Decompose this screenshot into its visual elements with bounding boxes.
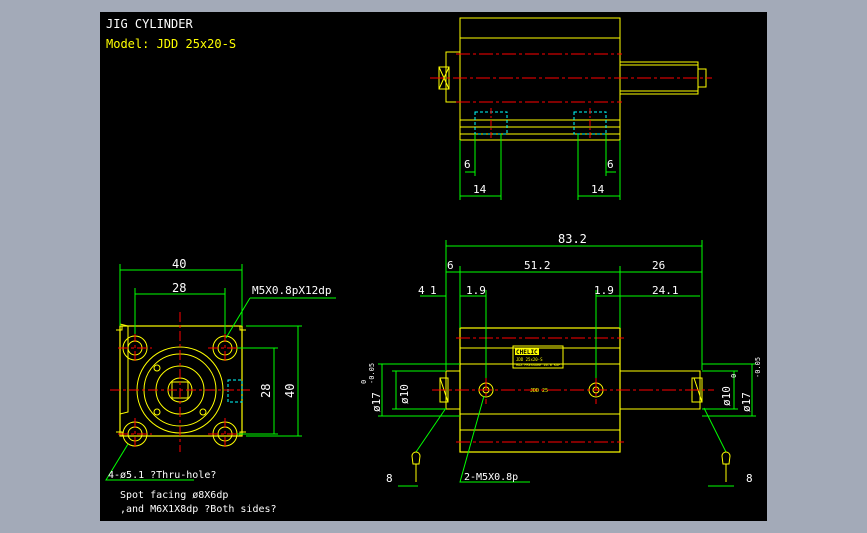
side-dim-body: 51.2 — [524, 259, 551, 272]
cad-viewport[interactable]: JIG CYLINDER Model: JDD 25x20-S 6 14 6 1… — [100, 12, 767, 521]
label-line-2: JDD 25x20-S — [516, 357, 543, 362]
body-marking: JDD 25 — [530, 388, 548, 394]
label-line-3: MAX PRESSURE 10.0 KGF — [516, 363, 560, 367]
thread-callout: M5X0.8pX12dp — [252, 284, 331, 297]
side-dim-1: 1 — [430, 284, 437, 297]
port-callout: 2-M5X0.8p — [464, 472, 518, 483]
tol-17-left-upper: 0 — [360, 380, 368, 384]
top-view — [430, 17, 712, 200]
top-dim-right-small: 6 — [607, 158, 614, 171]
front-dim-width-inner: 28 — [172, 281, 186, 295]
hole-note-line-3: ,and M6X1X8dp ?Both sides? — [120, 504, 277, 515]
front-dim-height-inner: 28 — [259, 384, 273, 398]
top-dim-left-small: 6 — [464, 158, 471, 171]
label-brand: CHELIC — [516, 349, 538, 356]
hole-note-line-1: 4-ø5.1 ?Thru-hole? — [108, 470, 216, 481]
drawing-canvas: JIG CYLINDER Model: JDD 25x20-S 6 14 6 1… — [105, 17, 762, 515]
dia-17-right: ø17 — [740, 392, 753, 412]
side-dim-1-9-right: 1.9 — [594, 284, 614, 297]
drawing-title: JIG CYLINDER — [106, 17, 193, 31]
tol-17-left-lower: -0.05 — [368, 363, 376, 384]
dim-8-right: 8 — [746, 472, 753, 485]
front-dim-height-outer: 40 — [283, 384, 297, 398]
top-dim-left-large: 14 — [473, 183, 487, 196]
top-dim-right-large: 14 — [591, 183, 605, 196]
dia-10-right: ø10 — [720, 386, 733, 406]
dim-8-left: 8 — [386, 472, 393, 485]
tol-17-right-upper: 0 — [730, 374, 738, 378]
side-dim-1-9-left: 1.9 — [466, 284, 486, 297]
dia-17-left: ø17 — [370, 392, 383, 412]
dia-10-left: ø10 — [398, 384, 411, 404]
side-dim-4: 4 — [418, 284, 425, 297]
side-dim-rod: 26 — [652, 259, 665, 272]
side-dim-left-end: 6 — [447, 259, 454, 272]
model-label: Model: JDD 25x20-S — [106, 37, 236, 51]
side-dim-overall: 83.2 — [558, 232, 587, 246]
side-view — [378, 240, 756, 487]
tol-17-right-lower: -0.05 — [754, 357, 762, 378]
hole-note-line-2: Spot facing ø8X6dp — [120, 490, 228, 501]
front-dim-width-outer: 40 — [172, 257, 186, 271]
side-dim-24-1: 24.1 — [652, 284, 679, 297]
